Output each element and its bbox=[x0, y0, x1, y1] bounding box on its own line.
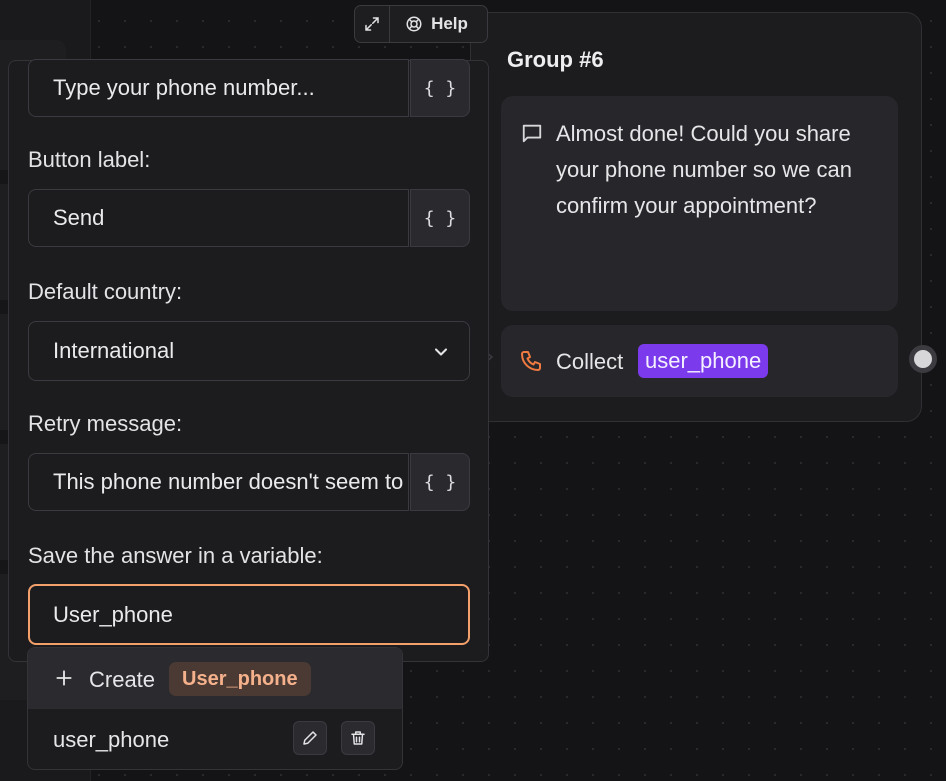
button-label-variable-button[interactable]: { } bbox=[410, 189, 470, 247]
trash-icon bbox=[351, 731, 365, 745]
placeholder-input[interactable]: Type your phone number... bbox=[28, 59, 409, 117]
new-variable-tag: User_phone bbox=[169, 662, 311, 696]
retry-message-title: Retry message: bbox=[28, 411, 183, 436]
variable-option[interactable]: user_phone bbox=[28, 709, 402, 769]
button-label-title: Button label: bbox=[28, 147, 151, 172]
create-label: Create bbox=[89, 667, 156, 692]
plus-icon bbox=[56, 670, 72, 686]
variable-dropdown: Create User_phone user_phone bbox=[27, 647, 403, 770]
collect-label: Collect bbox=[556, 349, 624, 374]
default-country-select[interactable]: International bbox=[28, 321, 470, 381]
retry-message-input[interactable]: This phone number doesn't seem to be val… bbox=[28, 453, 409, 511]
group-title: Group #6 bbox=[507, 47, 604, 72]
expand-icon bbox=[365, 17, 379, 31]
expand-button[interactable] bbox=[355, 6, 390, 42]
message-icon bbox=[522, 124, 542, 143]
variable-search-input[interactable]: User_phone bbox=[28, 584, 470, 645]
output-connector-handle[interactable] bbox=[909, 345, 937, 373]
text-bubble-block[interactable]: Almost done! Could you share your phone … bbox=[501, 96, 898, 311]
save-variable-title: Save the answer in a variable: bbox=[28, 543, 323, 568]
block-settings-panel: Type your phone number... { } Button lab… bbox=[8, 59, 489, 662]
lifebuoy-icon bbox=[406, 16, 422, 32]
phone-input-block[interactable]: Collect user_phone bbox=[501, 325, 898, 397]
phone-icon bbox=[521, 351, 541, 371]
default-country-value: International bbox=[53, 338, 175, 363]
delete-variable-button[interactable] bbox=[341, 721, 375, 755]
rename-variable-button[interactable] bbox=[293, 721, 327, 755]
help-label: Help bbox=[431, 14, 468, 33]
placeholder-variable-button[interactable]: { } bbox=[410, 59, 470, 117]
group-node[interactable]: Group #6 Almost done! Could you share yo… bbox=[470, 12, 922, 422]
message-text: Almost done! Could you share your phone … bbox=[556, 121, 852, 218]
help-button[interactable]: Help bbox=[390, 6, 487, 42]
variable-tag: user_phone bbox=[638, 344, 769, 378]
default-country-title: Default country: bbox=[28, 279, 183, 304]
create-variable-option[interactable]: Create User_phone bbox=[28, 648, 402, 709]
chevron-down-icon bbox=[434, 348, 448, 356]
block-toolbar: Help bbox=[354, 5, 488, 43]
pencil-icon bbox=[303, 731, 317, 745]
retry-variable-button[interactable]: { } bbox=[410, 453, 470, 511]
variable-option-label: user_phone bbox=[53, 727, 170, 752]
button-label-input[interactable]: Send bbox=[28, 189, 409, 247]
